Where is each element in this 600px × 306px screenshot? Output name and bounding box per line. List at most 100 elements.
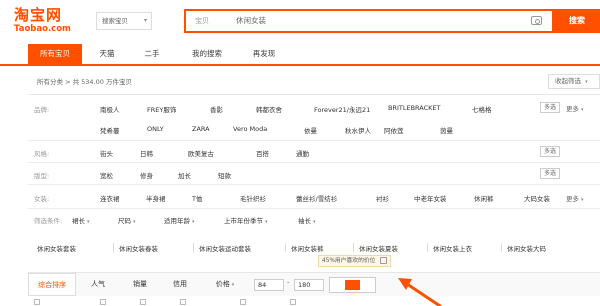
category-item[interactable]: 连衣裙 bbox=[100, 193, 120, 203]
fit-item[interactable]: 修身 bbox=[140, 170, 153, 180]
filter-row-fit: 版型: 宽松 修身 加长 短款 多选 bbox=[28, 163, 600, 185]
filter-label: 品牌: bbox=[34, 106, 50, 114]
filter-row-category: 女装: 连衣裙 半身裙 T恤 毛针织衫 蕾丝衫/雪纺衫 衬衫 中老年女装 休闲裤… bbox=[28, 185, 600, 209]
category-item[interactable]: 大码女装 bbox=[524, 193, 550, 203]
style-item[interactable]: 欧美复古 bbox=[188, 148, 214, 158]
divider bbox=[285, 243, 286, 252]
brand-item[interactable]: 阿依莲 bbox=[384, 125, 404, 135]
option-checkbox[interactable] bbox=[180, 299, 186, 305]
brand-item[interactable]: ONLY bbox=[147, 125, 164, 133]
category-item[interactable]: 中老年女装 bbox=[414, 193, 447, 203]
chevron-down-icon: ▾ bbox=[585, 79, 588, 85]
brand-item[interactable]: ZARA bbox=[192, 125, 210, 133]
chevron-down-icon: ▾ bbox=[87, 219, 90, 225]
collapse-filters-button[interactable]: 收起筛选 ▾ bbox=[548, 74, 600, 89]
category-more-button[interactable]: 更多 ▾ bbox=[566, 193, 584, 203]
filter-row-brand: 品牌: 南极人 FREY服饰 香影 韩都衣舍 Forever21/永远21 BR… bbox=[28, 95, 600, 141]
search-input[interactable]: 休闲女装 bbox=[236, 11, 266, 31]
tab-my-search[interactable]: 我的搜索 bbox=[182, 44, 232, 64]
sort-credit[interactable]: 信用 bbox=[162, 273, 198, 296]
brand-item[interactable]: 梵希蔓 bbox=[100, 125, 120, 135]
logo-text-en: Taobao.com bbox=[14, 24, 71, 34]
filter-label: 女装: bbox=[34, 195, 50, 203]
divider bbox=[501, 243, 502, 252]
brand-item[interactable]: 香影 bbox=[210, 104, 223, 114]
style-item[interactable]: 通勤 bbox=[296, 148, 309, 158]
option-checkbox[interactable] bbox=[34, 299, 40, 305]
fit-multi-select-button[interactable]: 多选 bbox=[540, 168, 561, 179]
category-item[interactable]: 蕾丝衫/雪纺衫 bbox=[296, 193, 337, 203]
tab-rediscover[interactable]: 再发现 bbox=[242, 44, 286, 64]
fit-item[interactable]: 短款 bbox=[218, 170, 231, 180]
search-button[interactable]: 搜索 bbox=[554, 9, 600, 33]
brand-item[interactable]: 秋水伊人 bbox=[345, 125, 371, 135]
tab-tmall[interactable]: 天猫 bbox=[90, 44, 124, 64]
condition-dropdown[interactable]: 上市年份季节 ▾ bbox=[224, 215, 268, 225]
brand-item[interactable]: 茵曼 bbox=[440, 125, 453, 135]
sort-price[interactable]: 价格 ▾ bbox=[202, 273, 248, 296]
sort-sales[interactable]: 销量 bbox=[122, 273, 158, 296]
category-item[interactable]: 半身裙 bbox=[146, 193, 166, 203]
price-tooltip-text: 45%用户喜欢的价位 bbox=[322, 258, 376, 264]
option-checkbox[interactable] bbox=[240, 299, 246, 305]
search-tag: 宝贝 bbox=[195, 17, 209, 25]
fit-item[interactable]: 加长 bbox=[178, 170, 191, 180]
brand-item[interactable]: 南极人 bbox=[100, 104, 120, 114]
sort-price-label: 价格 bbox=[215, 280, 230, 288]
price-distribution-bar[interactable] bbox=[329, 277, 376, 293]
related-search-link[interactable]: 休闲女装大码 bbox=[507, 243, 546, 253]
price-max-input[interactable]: 180 bbox=[294, 279, 324, 291]
search-box[interactable]: 宝贝 休闲女装 bbox=[184, 9, 554, 33]
brand-item[interactable]: 依曼 bbox=[304, 125, 317, 135]
condition-dropdown[interactable]: 尺码 ▾ bbox=[118, 215, 136, 225]
condition-label: 尺码 bbox=[118, 217, 131, 225]
tab-secondhand[interactable]: 二手 bbox=[134, 44, 170, 64]
style-item[interactable]: 百搭 bbox=[256, 148, 269, 158]
brand-item[interactable]: Forever21/永远21 bbox=[314, 104, 370, 114]
condition-label: 上市年份季节 bbox=[224, 217, 263, 225]
option-checkbox[interactable] bbox=[140, 299, 146, 305]
category-item[interactable]: 休闲裤 bbox=[474, 193, 494, 203]
camera-icon[interactable] bbox=[531, 16, 542, 25]
style-item[interactable]: 街头 bbox=[100, 148, 113, 158]
option-checkbox[interactable] bbox=[100, 299, 106, 305]
related-search-link[interactable]: 休闲女装运动套装 bbox=[199, 243, 251, 253]
condition-dropdown[interactable]: 适用年龄 ▾ bbox=[164, 215, 195, 225]
taobao-logo[interactable]: 淘宝网 Taobao.com bbox=[14, 7, 76, 39]
brand-item[interactable]: BRITLEBRACKET bbox=[388, 104, 441, 112]
sort-default[interactable]: 综合排序 bbox=[28, 273, 76, 296]
brand-more-button[interactable]: 更多 ▾ bbox=[566, 103, 584, 113]
style-multi-select-button[interactable]: 多选 bbox=[540, 146, 561, 157]
related-search-link[interactable]: 休闲女装夏装 bbox=[359, 243, 398, 253]
condition-dropdown[interactable]: 袖长 ▾ bbox=[298, 215, 316, 225]
related-search-link[interactable]: 休闲女装裤 bbox=[291, 243, 324, 253]
condition-dropdown[interactable]: 裙长 ▾ bbox=[72, 215, 90, 225]
divider bbox=[353, 243, 354, 252]
category-item[interactable]: T恤 bbox=[192, 193, 202, 203]
fit-item[interactable]: 宽松 bbox=[100, 170, 113, 180]
price-min-input[interactable]: 84 bbox=[254, 279, 284, 291]
price-dash: - bbox=[287, 279, 290, 287]
brand-multi-select-button[interactable]: 多选 bbox=[540, 102, 561, 113]
logo-text-cn: 淘宝网 bbox=[14, 6, 63, 24]
price-range-highlight bbox=[345, 280, 360, 290]
category-item[interactable]: 毛针织衫 bbox=[240, 193, 266, 203]
chevron-down-icon: ▾ bbox=[231, 282, 235, 288]
sort-popularity[interactable]: 人气 bbox=[80, 273, 116, 296]
brand-item[interactable]: FREY服饰 bbox=[147, 104, 176, 114]
related-search-link[interactable]: 休闲女装套装 bbox=[37, 243, 76, 253]
brand-item[interactable]: Vero Moda bbox=[233, 125, 267, 133]
divider bbox=[193, 243, 194, 252]
chevron-down-icon: ▾ bbox=[192, 219, 195, 225]
related-search-link[interactable]: 休闲女装春装 bbox=[119, 243, 158, 253]
brand-item[interactable]: 七格格 bbox=[472, 104, 492, 114]
search-scope-label: 搜索宝贝 bbox=[102, 17, 128, 25]
related-search-link[interactable]: 休闲女装上衣 bbox=[433, 243, 472, 253]
close-icon[interactable] bbox=[380, 257, 387, 264]
brand-item[interactable]: 韩都衣舍 bbox=[256, 104, 282, 114]
option-checkbox[interactable] bbox=[290, 299, 296, 305]
tab-all-items[interactable]: 所有宝贝 bbox=[28, 44, 82, 64]
category-item[interactable]: 衬衫 bbox=[376, 193, 389, 203]
style-item[interactable]: 日韩 bbox=[140, 148, 153, 158]
search-scope-select[interactable]: 搜索宝贝 ▾ bbox=[96, 12, 152, 30]
